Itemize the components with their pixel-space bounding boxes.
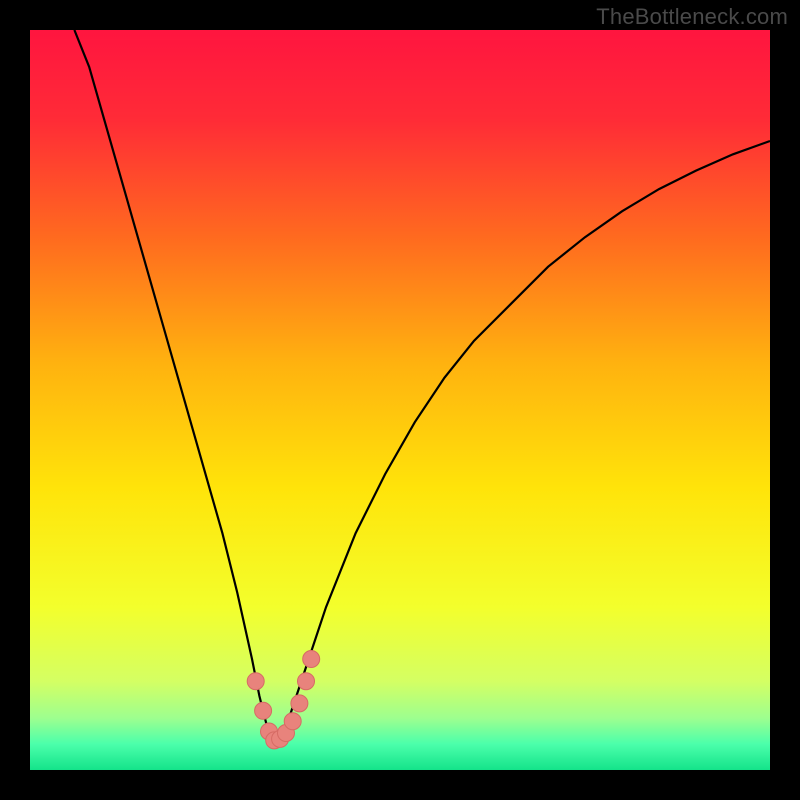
plot-background (30, 30, 770, 770)
chart-stage: TheBottleneck.com (0, 0, 800, 800)
curve-marker (247, 673, 264, 690)
curve-marker (291, 695, 308, 712)
curve-marker (255, 702, 272, 719)
curve-marker (298, 673, 315, 690)
curve-marker (284, 713, 301, 730)
watermark-text: TheBottleneck.com (596, 4, 788, 30)
bottleneck-chart (0, 0, 800, 800)
curve-marker (303, 651, 320, 668)
